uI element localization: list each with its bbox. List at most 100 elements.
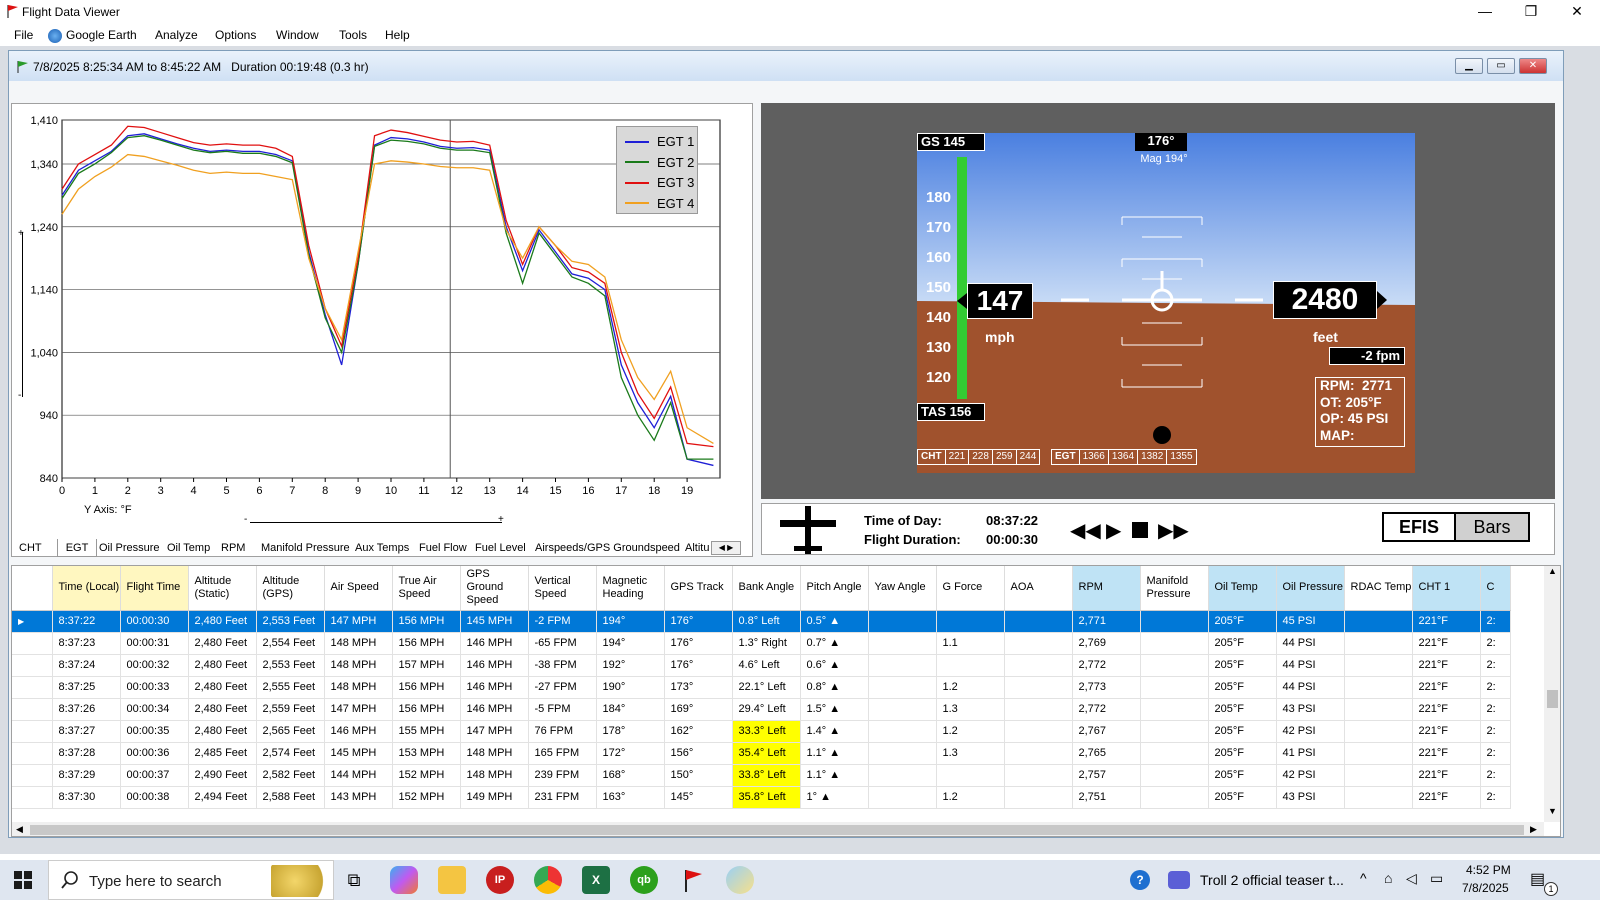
table-row[interactable]: 8:37:26 00:00:34 2,480 Feet 2,559 Feet 147 M… — [12, 698, 1511, 721]
windows-start-icon[interactable] — [14, 871, 32, 889]
column-header[interactable]: Oil Pressure — [1276, 566, 1345, 611]
tab-oil-temp[interactable]: Oil Temp — [167, 539, 219, 557]
tab-airspeeds-gps-groundspeed[interactable]: Airspeeds/GPS Groundspeed — [535, 539, 683, 557]
fast-forward-button[interactable]: ▶▶ — [1158, 518, 1189, 543]
menu-help[interactable]: Help — [385, 28, 410, 42]
x-axis-slider[interactable]: - + — [244, 514, 506, 528]
table-row[interactable]: 8:37:29 00:00:37 2,490 Feet 2,582 Feet 144 M… — [12, 764, 1511, 787]
clock-time[interactable]: 4:52 PM — [1466, 863, 1511, 877]
row-selector[interactable] — [12, 720, 53, 743]
table-row[interactable]: 8:37:27 00:00:35 2,480 Feet 2,565 Feet 146 M… — [12, 720, 1511, 743]
table-row[interactable]: 8:37:30 00:00:38 2,494 Feet 2,588 Feet 143 M… — [12, 786, 1511, 809]
efis-view-button[interactable]: EFIS — [1382, 512, 1456, 542]
excel-icon[interactable]: X — [582, 866, 610, 894]
tab-cht[interactable]: CHT — [19, 539, 55, 557]
tab-rpm[interactable]: RPM — [221, 539, 259, 557]
menu-tools[interactable]: Tools — [339, 28, 367, 42]
column-header[interactable]: Vertical Speed — [528, 566, 597, 611]
taskbar-search[interactable]: Type here to search — [48, 860, 334, 900]
tab-scroll-arrows[interactable]: ◀ ▶ — [711, 541, 741, 555]
copilot-icon[interactable] — [390, 866, 418, 894]
column-header[interactable]: Time (Local) — [52, 566, 121, 611]
speed-scale-label: 180 — [925, 189, 951, 206]
menu-file[interactable]: File — [14, 28, 33, 42]
column-header[interactable]: Oil Temp — [1208, 566, 1277, 611]
help-icon[interactable]: ? — [1130, 870, 1150, 890]
column-header[interactable]: GPS Track — [664, 566, 733, 611]
horizontal-scroll-thumb[interactable] — [30, 825, 1524, 835]
rewind-button[interactable]: ◀◀ — [1070, 518, 1101, 543]
table-row[interactable]: 8:37:24 00:00:32 2,480 Feet 2,553 Feet 148 M… — [12, 654, 1511, 677]
menu-options[interactable]: Options — [215, 28, 256, 42]
y-axis-slider[interactable]: + - — [18, 228, 26, 401]
table-row[interactable]: 8:37:28 00:00:36 2,485 Feet 2,574 Feet 145 M… — [12, 742, 1511, 765]
tab-manifold-pressure[interactable]: Manifold Pressure — [261, 539, 353, 557]
column-header[interactable]: Flight Time — [120, 566, 189, 611]
row-selector[interactable] — [12, 632, 53, 655]
table-row[interactable]: ▶ 8:37:22 00:00:30 2,480 Feet 2,553 Feet 147 … — [12, 610, 1511, 633]
menu-analyze[interactable]: Analyze — [155, 28, 198, 42]
column-header[interactable]: Yaw Angle — [868, 566, 937, 611]
flight-viewer-taskbar-icon[interactable] — [678, 866, 706, 894]
row-selector[interactable]: ▶ — [12, 610, 53, 633]
column-header[interactable]: G Force — [936, 566, 1005, 611]
column-header[interactable]: Magnetic Heading — [596, 566, 665, 611]
notification-text[interactable]: Troll 2 official teaser t... — [1200, 872, 1344, 888]
column-header[interactable]: Air Speed — [324, 566, 393, 611]
column-header[interactable]: AOA — [1004, 566, 1073, 611]
speaker-icon[interactable]: ◁ — [1406, 870, 1417, 887]
table-row[interactable]: 8:37:23 00:00:31 2,480 Feet 2,554 Feet 148 M… — [12, 632, 1511, 655]
quickbooks-icon[interactable]: qb — [630, 866, 658, 894]
child-minimize-button[interactable]: ▁ — [1455, 58, 1483, 74]
tray-chevron-icon[interactable]: ^ — [1360, 870, 1367, 886]
row-selector[interactable] — [12, 764, 53, 787]
menu-google-earth[interactable]: Google Earth — [66, 28, 137, 42]
column-header[interactable]: Altitude (Static) — [188, 566, 257, 611]
clock-date[interactable]: 7/8/2025 — [1462, 881, 1509, 895]
tab-fuel-level[interactable]: Fuel Level — [475, 539, 533, 557]
menu-window[interactable]: Window — [276, 28, 319, 42]
minimize-button[interactable]: — — [1462, 0, 1508, 24]
horizontal-scrollbar[interactable]: ◀ ▶ — [12, 822, 1544, 836]
column-header[interactable]: RPM — [1072, 566, 1141, 611]
row-selector[interactable] — [12, 676, 53, 699]
paint-icon[interactable] — [726, 866, 754, 894]
column-header[interactable]: Altitude (GPS) — [256, 566, 325, 611]
stop-button[interactable] — [1132, 522, 1148, 538]
app-ip-icon[interactable]: IP — [486, 866, 514, 894]
vertical-scroll-thumb[interactable] — [1547, 690, 1558, 708]
chrome-icon[interactable] — [534, 866, 562, 894]
column-header[interactable]: Pitch Angle — [800, 566, 869, 611]
table-row[interactable]: 8:37:25 00:00:33 2,480 Feet 2,555 Feet 148 M… — [12, 676, 1511, 699]
tab-fuel-flow[interactable]: Fuel Flow — [419, 539, 473, 557]
tab-altitu[interactable]: Altitu — [685, 539, 709, 557]
play-button[interactable]: ▶ — [1106, 518, 1121, 543]
child-restore-button[interactable]: ▭ — [1487, 58, 1515, 74]
row-selector[interactable] — [12, 654, 53, 677]
tab-aux-temps[interactable]: Aux Temps — [355, 539, 417, 557]
column-header[interactable]: Manifold Pressure — [1140, 566, 1209, 611]
table-cell: 33.8° Left — [732, 764, 801, 787]
column-header[interactable]: GPS Ground Speed — [460, 566, 529, 611]
task-view-icon[interactable]: ⧉ — [340, 866, 368, 894]
bars-view-button[interactable]: Bars — [1456, 512, 1530, 542]
column-header[interactable]: RDAC Temp — [1344, 566, 1413, 611]
network-icon[interactable]: ▭ — [1430, 870, 1443, 887]
column-header[interactable]: C — [1480, 566, 1511, 611]
restore-button[interactable]: ❐ — [1508, 0, 1554, 24]
tab-oil-pressure[interactable]: Oil Pressure — [99, 539, 165, 557]
file-explorer-icon[interactable] — [438, 866, 466, 894]
row-selector[interactable] — [12, 786, 53, 809]
row-selector[interactable] — [12, 742, 53, 765]
close-button[interactable]: ✕ — [1554, 0, 1600, 24]
child-close-button[interactable]: ✕ — [1519, 58, 1547, 74]
notifications-icon[interactable]: ▤ — [1530, 869, 1545, 889]
row-selector[interactable] — [12, 698, 53, 721]
vertical-scrollbar[interactable]: ▲ ▼ — [1544, 566, 1560, 822]
table-cell: 2,480 Feet — [188, 632, 257, 655]
column-header[interactable]: CHT 1 — [1412, 566, 1481, 611]
tray-camera-icon[interactable]: ⌂ — [1384, 870, 1392, 886]
column-header[interactable]: True Air Speed — [392, 566, 461, 611]
column-header[interactable]: Bank Angle — [732, 566, 801, 611]
tab-egt[interactable]: EGT — [57, 539, 97, 557]
